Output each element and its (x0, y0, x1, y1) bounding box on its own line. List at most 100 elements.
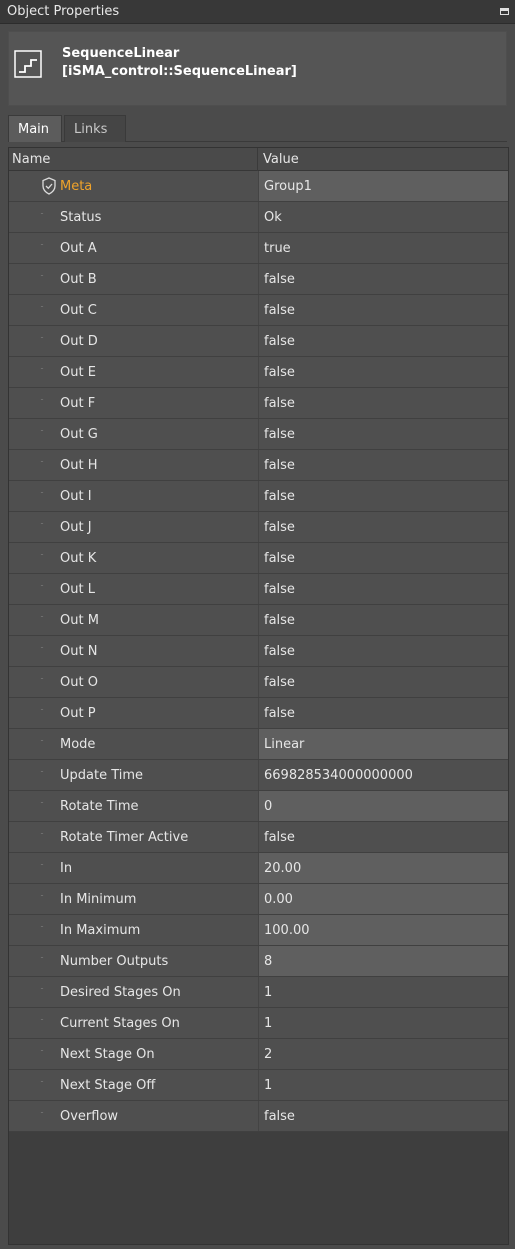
name-cell[interactable]: Out K (9, 543, 258, 573)
table-row[interactable]: Out E false (9, 357, 508, 388)
table-row[interactable]: In Minimum 0.00 (9, 884, 508, 915)
value-cell[interactable]: false (258, 295, 508, 325)
value-cell[interactable]: true (258, 233, 508, 263)
name-cell[interactable]: Out O (9, 667, 258, 697)
name-cell[interactable]: Out A (9, 233, 258, 263)
value-cell[interactable]: Ok (258, 202, 508, 232)
value-cell[interactable]: 1 (258, 1070, 508, 1100)
value-cell[interactable]: 1 (258, 1008, 508, 1038)
table-row[interactable]: Meta Group1 (9, 171, 508, 202)
value-cell[interactable]: false (258, 667, 508, 697)
value-field[interactable]: 20.00 (258, 853, 508, 883)
value-cell[interactable]: false (258, 264, 508, 294)
table-row[interactable]: Out N false (9, 636, 508, 667)
value-cell[interactable]: false (258, 326, 508, 356)
table-row[interactable]: Out I false (9, 481, 508, 512)
table-row[interactable]: Out C false (9, 295, 508, 326)
name-cell[interactable]: Next Stage On (9, 1039, 258, 1069)
table-row[interactable]: In 20.00 (9, 853, 508, 884)
name-cell[interactable]: Out L (9, 574, 258, 604)
value-cell[interactable]: false (258, 822, 508, 852)
name-cell[interactable]: Overflow (9, 1101, 258, 1131)
name-cell[interactable]: In Minimum (9, 884, 258, 914)
column-divider[interactable] (257, 148, 258, 171)
table-row[interactable]: Out L false (9, 574, 508, 605)
table-row[interactable]: Next Stage Off 1 (9, 1070, 508, 1101)
value-field[interactable]: 100.00 (258, 915, 508, 945)
table-row[interactable]: Out F false (9, 388, 508, 419)
table-row[interactable]: Out D false (9, 326, 508, 357)
value-cell[interactable]: 1 (258, 977, 508, 1007)
name-cell[interactable]: Out F (9, 388, 258, 418)
table-row[interactable]: Update Time 669828534000000000 (9, 760, 508, 791)
value-field[interactable]: Group1 (258, 171, 508, 201)
table-row[interactable]: Out J false (9, 512, 508, 543)
value-field[interactable]: 0 (258, 791, 508, 821)
name-cell[interactable]: Out E (9, 357, 258, 387)
table-row[interactable]: Status Ok (9, 202, 508, 233)
value-cell[interactable]: false (258, 419, 508, 449)
table-row[interactable]: Out M false (9, 605, 508, 636)
table-row[interactable]: Next Stage On 2 (9, 1039, 508, 1070)
name-cell[interactable]: Out J (9, 512, 258, 542)
name-cell[interactable]: Out H (9, 450, 258, 480)
value-cell[interactable]: false (258, 481, 508, 511)
name-cell[interactable]: Meta (9, 171, 258, 201)
table-row[interactable]: Out A true (9, 233, 508, 264)
column-header-value[interactable]: Value (263, 152, 299, 167)
name-cell[interactable]: Out P (9, 698, 258, 728)
value-cell[interactable]: 669828534000000000 (258, 760, 508, 790)
table-row[interactable]: In Maximum 100.00 (9, 915, 508, 946)
name-cell[interactable]: Out N (9, 636, 258, 666)
table-row[interactable]: Out H false (9, 450, 508, 481)
name-cell[interactable]: In Maximum (9, 915, 258, 945)
name-cell[interactable]: In (9, 853, 258, 883)
table-row[interactable]: Desired Stages On 1 (9, 977, 508, 1008)
value-cell[interactable]: false (258, 698, 508, 728)
table-row[interactable]: Out P false (9, 698, 508, 729)
maximize-icon[interactable] (500, 8, 509, 15)
value-cell[interactable]: false (258, 357, 508, 387)
value-cell[interactable]: false (258, 543, 508, 573)
name-cell[interactable]: Number Outputs (9, 946, 258, 976)
value-cell[interactable]: false (258, 605, 508, 635)
table-row[interactable]: Out G false (9, 419, 508, 450)
value-cell[interactable]: 2 (258, 1039, 508, 1069)
property-value: Linear (264, 737, 305, 752)
name-cell[interactable]: Out C (9, 295, 258, 325)
table-row[interactable]: Rotate Timer Active false (9, 822, 508, 853)
value-cell[interactable]: false (258, 574, 508, 604)
value-cell[interactable]: false (258, 388, 508, 418)
value-cell[interactable]: false (258, 636, 508, 666)
table-row[interactable]: Out O false (9, 667, 508, 698)
table-row[interactable]: Out B false (9, 264, 508, 295)
table-row[interactable]: Mode Linear (9, 729, 508, 760)
table-row[interactable]: Number Outputs 8 (9, 946, 508, 977)
name-cell[interactable]: Out B (9, 264, 258, 294)
name-cell[interactable]: Status (9, 202, 258, 232)
value-field[interactable]: 8 (258, 946, 508, 976)
table-row[interactable]: Current Stages On 1 (9, 1008, 508, 1039)
value-cell[interactable]: false (258, 1101, 508, 1131)
table-row[interactable]: Out K false (9, 543, 508, 574)
name-cell[interactable]: Current Stages On (9, 1008, 258, 1038)
column-header-name[interactable]: Name (12, 152, 50, 167)
name-cell[interactable]: Next Stage Off (9, 1070, 258, 1100)
table-row[interactable]: Overflow false (9, 1101, 508, 1132)
name-cell[interactable]: Out G (9, 419, 258, 449)
name-cell[interactable]: Rotate Time (9, 791, 258, 821)
value-field[interactable]: 0.00 (258, 884, 508, 914)
value-cell[interactable]: false (258, 450, 508, 480)
name-cell[interactable]: Out D (9, 326, 258, 356)
table-row[interactable]: Rotate Time 0 (9, 791, 508, 822)
tab-main[interactable]: Main (8, 115, 62, 142)
tab-links[interactable]: Links (64, 115, 126, 142)
value-cell[interactable]: false (258, 512, 508, 542)
value-field[interactable]: Linear (258, 729, 508, 759)
name-cell[interactable]: Desired Stages On (9, 977, 258, 1007)
name-cell[interactable]: Mode (9, 729, 258, 759)
name-cell[interactable]: Update Time (9, 760, 258, 790)
name-cell[interactable]: Rotate Timer Active (9, 822, 258, 852)
name-cell[interactable]: Out I (9, 481, 258, 511)
name-cell[interactable]: Out M (9, 605, 258, 635)
